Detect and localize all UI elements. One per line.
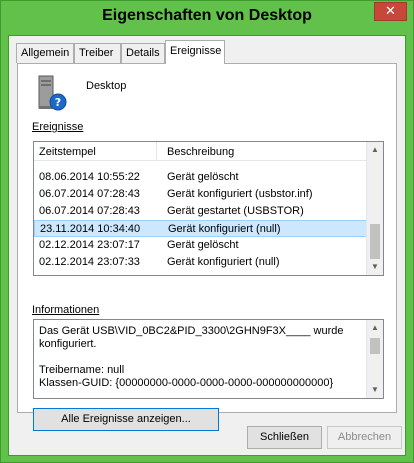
event-row[interactable]: 02.12.2014 23:07:17 Gerät gelöscht xyxy=(34,237,368,254)
tab-allgemein[interactable]: Allgemein xyxy=(16,43,74,63)
title-bar[interactable]: Eigenschaften von Desktop ✕ xyxy=(1,1,413,34)
events-label: Ereignisse xyxy=(32,121,83,133)
event-time: 08.06.2014 10:55:22 xyxy=(39,171,140,183)
column-header-timestamp[interactable]: Zeitstempel xyxy=(39,146,96,158)
computer-question-icon: ? xyxy=(38,75,67,111)
event-description: Gerät konfiguriert (null) xyxy=(167,256,280,268)
event-time: 06.07.2014 07:28:43 xyxy=(39,188,140,200)
close-button[interactable]: Schließen xyxy=(247,426,322,449)
event-description: Gerät konfiguriert (usbstor.inf) xyxy=(167,188,313,200)
tab-ereignisse[interactable]: Ereignisse xyxy=(165,40,225,64)
event-row[interactable]: 02.12.2014 23:07:33 Gerät konfiguriert (… xyxy=(34,254,368,271)
info-textbox[interactable]: Das Gerät USB\VID_0BC2&PID_3300\2GHN9F3X… xyxy=(33,319,384,399)
info-scrollbar[interactable]: ▲ ▼ xyxy=(366,320,383,398)
scroll-thumb[interactable] xyxy=(370,338,380,354)
event-row[interactable]: 06.07.2014 07:28:43 Gerät konfiguriert (… xyxy=(34,186,368,203)
events-list[interactable]: Zeitstempel Beschreibung 08.06.2014 10:5… xyxy=(33,141,384,276)
scroll-up-icon[interactable]: ▲ xyxy=(367,320,383,336)
event-time: 02.12.2014 23:07:17 xyxy=(39,239,140,251)
event-description: Gerät gelöscht xyxy=(167,171,239,183)
info-text: Das Gerät USB\VID_0BC2&PID_3300\2GHN9F3X… xyxy=(39,325,344,389)
scroll-up-icon[interactable]: ▲ xyxy=(367,142,383,158)
tab-treiber[interactable]: Treiber xyxy=(74,43,121,63)
event-description: Gerät konfiguriert (null) xyxy=(168,223,281,235)
events-scrollbar[interactable]: ▲ ▼ xyxy=(366,142,383,275)
close-window-button[interactable]: ✕ xyxy=(374,2,407,21)
cancel-button[interactable]: Abbrechen xyxy=(327,426,402,449)
svg-text:?: ? xyxy=(55,96,61,109)
dialog-client: Allgemein Treiber Details Ereignisse ? D… xyxy=(8,35,406,456)
event-time: 23.11.2014 10:34:40 xyxy=(40,223,141,235)
scroll-thumb[interactable] xyxy=(370,224,380,259)
list-header: Zeitstempel Beschreibung xyxy=(34,142,368,161)
event-description: Gerät gestartet (USBSTOR) xyxy=(167,205,304,217)
device-name: Desktop xyxy=(86,80,127,92)
event-time: 06.07.2014 07:28:43 xyxy=(39,205,140,217)
event-row[interactable]: 06.07.2014 07:28:43 Gerät gestartet (USB… xyxy=(34,203,368,220)
events-panel: ? Desktop Ereignisse Zeitstempel Beschre… xyxy=(17,63,397,431)
info-label: Informationen xyxy=(32,304,99,316)
event-row[interactable]: 08.06.2014 10:55:22 Gerät gelöscht xyxy=(34,169,368,186)
event-description: Gerät gelöscht xyxy=(167,239,239,251)
column-header-description[interactable]: Beschreibung xyxy=(167,146,234,158)
window-title: Eigenschaften von Desktop xyxy=(102,7,312,24)
info-label-text: Informationen xyxy=(32,304,100,316)
show-all-events-button[interactable]: Alle Ereignisse anzeigen... xyxy=(33,408,219,431)
column-separator[interactable] xyxy=(156,142,157,161)
event-row-selected[interactable]: 23.11.2014 10:34:40 Gerät konfiguriert (… xyxy=(34,220,368,237)
scroll-down-icon[interactable]: ▼ xyxy=(367,259,383,275)
properties-window: Eigenschaften von Desktop ✕ Allgemein Tr… xyxy=(0,0,414,463)
tab-details[interactable]: Details xyxy=(121,43,165,63)
events-label-text: Ereignisse xyxy=(32,121,84,133)
scroll-down-icon[interactable]: ▼ xyxy=(367,382,383,398)
event-time: 02.12.2014 23:07:33 xyxy=(39,256,140,268)
